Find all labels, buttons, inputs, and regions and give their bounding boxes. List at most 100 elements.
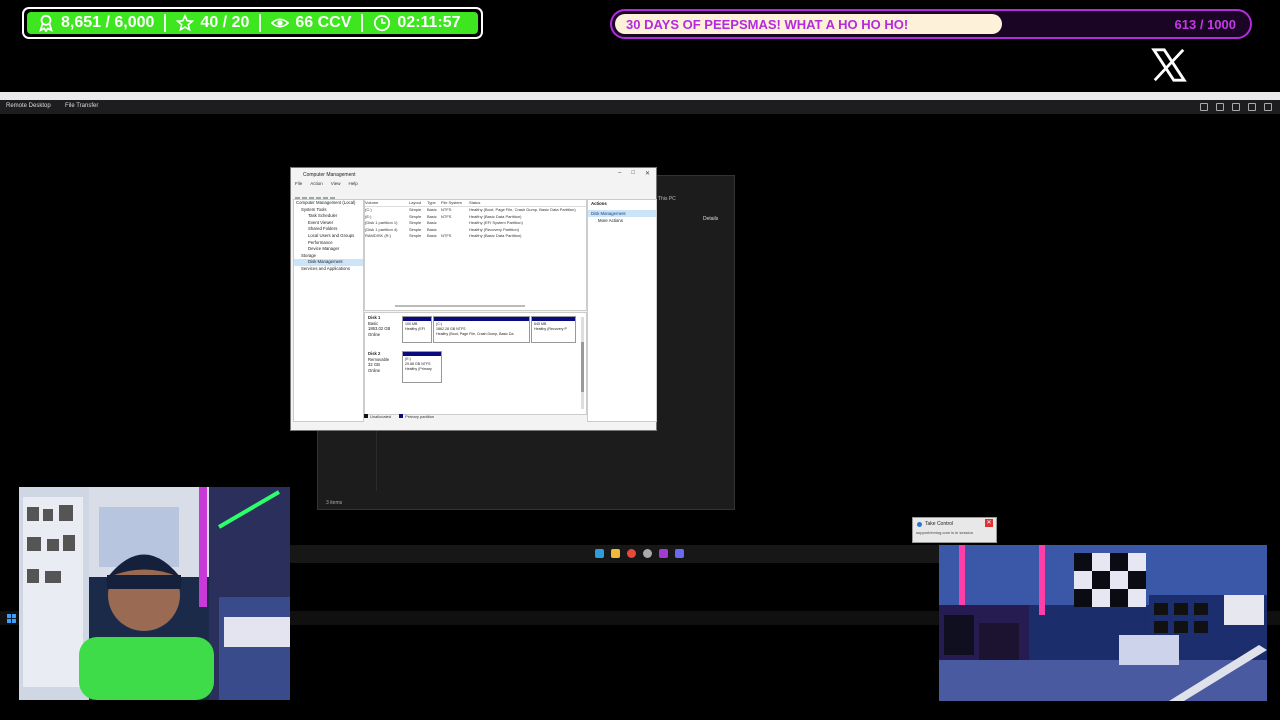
vertical-scrollbar[interactable] [581, 317, 584, 409]
chat-icon[interactable] [1232, 103, 1240, 111]
app-icon[interactable] [659, 549, 668, 558]
menu-bar: File Action View Help [295, 181, 358, 186]
remote-toolbar-controls [1200, 103, 1272, 111]
computer-management-window: Computer Management – □ ✕ File Action Vi… [290, 167, 657, 431]
remote-session-tab[interactable] [0, 92, 123, 100]
tree-item[interactable]: Device Manager [294, 246, 363, 253]
partition-line: Healthy (Primary [405, 367, 432, 371]
taskbar-icons [595, 549, 684, 558]
notification-subtitle: support/erving.com is in session [916, 530, 973, 535]
legend: Unallocated Primary partition [364, 414, 434, 419]
explorer-address[interactable]: This PC [658, 196, 676, 202]
tree-item[interactable]: Computer Management (Local) [294, 200, 363, 207]
window-controls: – □ ✕ [618, 170, 650, 177]
actions-selected[interactable]: Disk Management [588, 210, 656, 217]
tree-item[interactable]: Local Users and Groups [294, 233, 363, 240]
close-icon[interactable]: ✕ [985, 519, 993, 527]
table-row[interactable]: RAMDISK (R:) Simple Basic NTFS Healthy (Basi… [365, 233, 586, 239]
divider [361, 14, 364, 32]
primary-swatch [399, 414, 404, 418]
remote-desktop-menu[interactable]: Remote Desktop [6, 103, 51, 109]
partition-block[interactable]: 100 MB Healthy (EFI [402, 316, 432, 343]
remote-session-titlebar [0, 92, 1280, 100]
app-icon[interactable] [675, 549, 684, 558]
column-header[interactable]: Type [427, 200, 441, 206]
file-transfer-menu[interactable]: File Transfer [65, 103, 98, 109]
column-header[interactable]: Layout [409, 200, 427, 206]
legend-label: Primary partition [405, 414, 435, 419]
menu-view[interactable]: View [331, 181, 341, 186]
window-title: Computer Management [303, 172, 356, 178]
column-header[interactable]: Volume [365, 200, 409, 206]
tree-item[interactable]: Event Viewer [294, 220, 363, 227]
tree-item[interactable]: Services and Applications [294, 266, 363, 273]
volume-list-header: Volume Layout Type File System Status [365, 200, 586, 208]
unallocated-swatch [364, 414, 368, 418]
tree-item-selected[interactable]: Disk Management [294, 259, 363, 266]
actions-header: Actions [591, 201, 607, 206]
tree-item[interactable]: Performance [294, 240, 363, 247]
explorer-details-button[interactable]: Details [703, 216, 718, 222]
uptime-stat: 02:11:57 [363, 14, 470, 32]
divider [259, 14, 262, 32]
take-control-notification[interactable]: Take Control support/erving.com is in se… [912, 517, 997, 543]
menu-action[interactable]: Action [310, 181, 323, 186]
disk-size: 1863.02 GB [368, 326, 391, 331]
subs-value: 40 / 20 [200, 14, 250, 31]
column-header[interactable]: Status [469, 200, 584, 206]
viewers-value: 66 CCV [295, 14, 352, 31]
column-header[interactable]: File System [441, 200, 469, 206]
fullscreen-icon[interactable] [1264, 103, 1272, 111]
stream-stats-bar: 8,651 / 6,000 40 / 20 66 CCV 02:11:57 [22, 7, 483, 39]
cell: Healthy (Basic Data Partition) [469, 233, 522, 239]
more-actions[interactable]: More Actions [588, 217, 656, 224]
partition-line: Healthy (EFI [405, 327, 425, 331]
tree-item[interactable]: System Tools [294, 207, 363, 214]
start-icon[interactable] [595, 549, 604, 558]
followers-value: 8,651 / 6,000 [61, 14, 155, 31]
info-icon[interactable] [1200, 103, 1208, 111]
horizontal-scrollbar[interactable] [395, 305, 525, 307]
clock-icon [373, 14, 391, 32]
menu-help[interactable]: Help [348, 181, 357, 186]
uptime-value: 02:11:57 [397, 14, 461, 31]
remote-session-toolbar: Remote Desktop File Transfer [0, 100, 1280, 114]
disk-1-label: Disk 1 Basic 1863.02 GB Online [368, 315, 390, 337]
notification-icon [917, 522, 922, 527]
partition-block[interactable]: 645 MB Healthy (Recovery P [531, 316, 576, 343]
disk-status: Online [368, 331, 381, 337]
partition-line: Healthy (Boot, Page File, Crash Dump, Ba… [436, 332, 514, 336]
x-logo-icon [1150, 46, 1188, 84]
maximize-icon[interactable]: □ [631, 170, 635, 177]
cell: NTFS [441, 233, 452, 239]
webcam-streamer [19, 487, 290, 700]
monitor-icon[interactable] [1216, 103, 1224, 111]
close-icon[interactable]: ✕ [645, 170, 650, 177]
menu-file[interactable]: File [295, 181, 302, 186]
tree-item[interactable]: Task Scheduler [294, 213, 363, 220]
folder-icon[interactable] [611, 549, 620, 558]
notification-title: Take Control [925, 521, 954, 527]
goal-progress-bar: 30 DAYS OF PEEPSMAS! WHAT A HO HO HO! 61… [610, 9, 1252, 39]
scrollbar-thumb[interactable] [581, 342, 584, 392]
chrome-icon[interactable] [627, 549, 636, 558]
actions-pane: Actions Disk Management More Actions [587, 199, 657, 422]
tree-item[interactable]: Shared Folders [294, 226, 363, 233]
legend-label: Unallocated [370, 414, 392, 419]
settings-icon[interactable] [643, 549, 652, 558]
subs-stat: 40 / 20 [166, 14, 259, 32]
partition-block[interactable]: (C:) 1862.28 GB NTFS Healthy (Boot, Page… [433, 316, 530, 343]
tree-item[interactable]: Storage [294, 253, 363, 260]
legend-item: Primary partition [399, 414, 434, 419]
webcam-studio [939, 545, 1267, 701]
minimize-icon[interactable]: – [618, 170, 621, 177]
remote-taskbar [289, 545, 939, 563]
windows-icon[interactable] [7, 614, 16, 623]
console-tree: Computer Management (Local) System Tools… [293, 199, 364, 422]
explorer-status: 3 items [326, 500, 343, 506]
legend-item: Unallocated [364, 414, 391, 419]
followers-stat: 8,651 / 6,000 [27, 14, 164, 32]
cell: Basic [427, 233, 437, 239]
partition-block[interactable]: (E:) 29.88 GB NTFS Healthy (Primary [402, 351, 442, 383]
tools-icon[interactable] [1248, 103, 1256, 111]
